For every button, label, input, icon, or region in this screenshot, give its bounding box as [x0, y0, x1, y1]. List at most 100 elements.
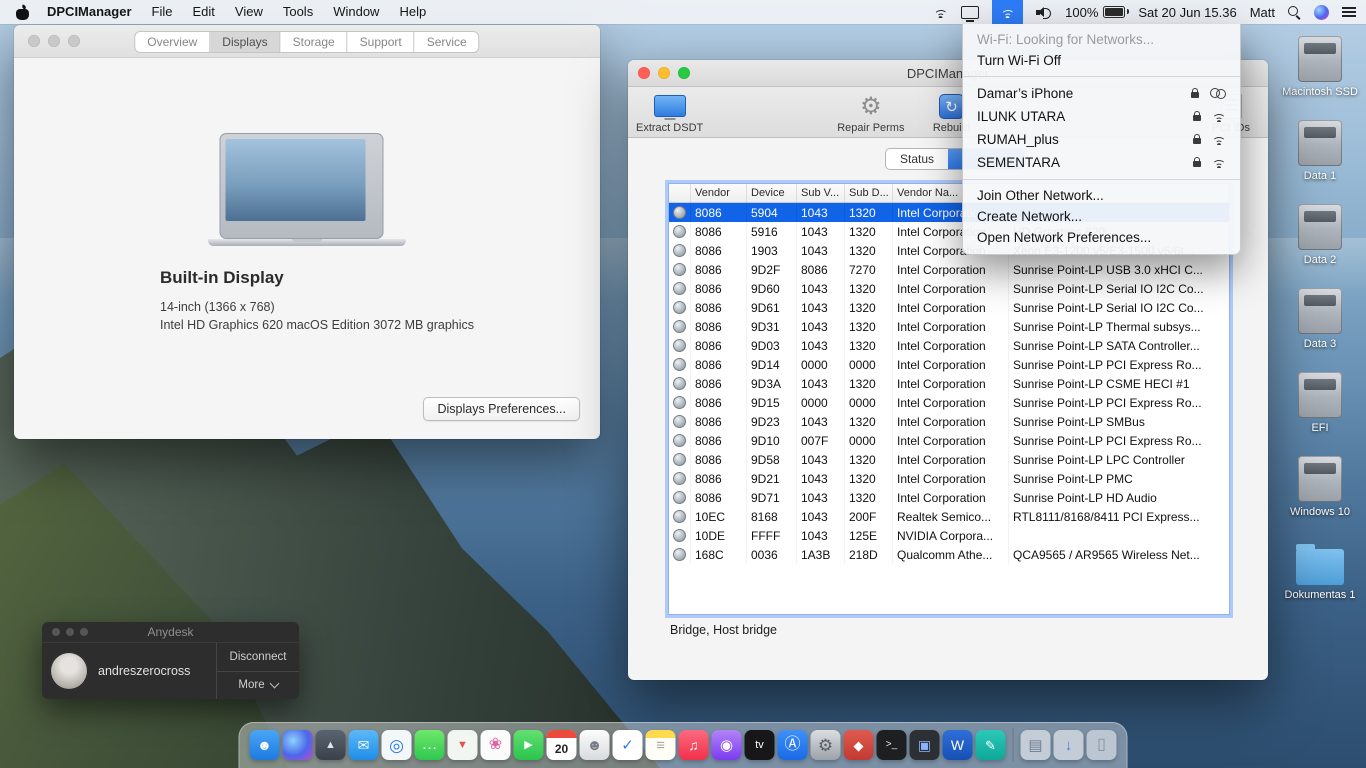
dock-facetime-icon[interactable]: ▶: [514, 730, 544, 760]
menu-window[interactable]: Window: [323, 0, 389, 24]
battery-status[interactable]: 100%: [1065, 5, 1125, 20]
dock-app-red-icon[interactable]: ◆: [844, 730, 874, 760]
zoom-button[interactable]: [68, 35, 80, 47]
dock-siri-icon[interactable]: [283, 730, 313, 760]
dock-podcasts-icon[interactable]: ◉: [712, 730, 742, 760]
table-row[interactable]: 80869D3A10431320Intel CorporationSunrise…: [669, 374, 1229, 393]
dock-safari-icon[interactable]: ◎: [382, 730, 412, 760]
more-button[interactable]: More: [217, 672, 299, 700]
wifi-network-damar-s-iphone[interactable]: Damar’s iPhone: [963, 82, 1240, 105]
dock-app-word-icon[interactable]: W: [943, 730, 973, 760]
table-row[interactable]: 10EC81681043200FRealtek Semico...RTL8111…: [669, 507, 1229, 526]
table-row[interactable]: 80869D2F80867270Intel CorporationSunrise…: [669, 260, 1229, 279]
pci-device-icon: [673, 225, 686, 238]
dock-calendar-icon[interactable]: 20: [547, 730, 577, 760]
table-row[interactable]: 80869D10007F0000Intel CorporationSunrise…: [669, 431, 1229, 450]
tab-support[interactable]: Support: [348, 32, 415, 52]
cell-icon: [669, 469, 691, 488]
turn-wifi-off-item[interactable]: Turn Wi-Fi Off: [963, 50, 1240, 71]
desktop-icon-dokumentas-1[interactable]: Dokumentas 1: [1280, 540, 1360, 624]
dock-photos-icon[interactable]: ❀: [481, 730, 511, 760]
dock-app-dark-icon[interactable]: ▣: [910, 730, 940, 760]
close-button[interactable]: [638, 67, 650, 79]
desktop-icon-data-1[interactable]: Data 1: [1280, 120, 1360, 204]
table-row[interactable]: 80869D1500000000Intel CorporationSunrise…: [669, 393, 1229, 412]
user-menu[interactable]: Matt: [1250, 5, 1275, 20]
wifi-network-rumah-plus[interactable]: RUMAH_plus: [963, 128, 1240, 151]
segment-status[interactable]: Status: [886, 149, 948, 169]
table-row[interactable]: 80869D6010431320Intel CorporationSunrise…: [669, 279, 1229, 298]
zoom-button[interactable]: [678, 67, 690, 79]
siri-icon[interactable]: [1314, 5, 1329, 20]
dock-app-teal-icon[interactable]: ✎: [976, 730, 1006, 760]
wifi-action-create-network[interactable]: Create Network...: [963, 206, 1240, 227]
dock-terminal-icon[interactable]: >_: [877, 730, 907, 760]
wifi-action-open-network-preferences[interactable]: Open Network Preferences...: [963, 227, 1240, 248]
toolbar-extract-dsdt[interactable]: Extract DSDT: [636, 90, 703, 134]
wifi-menu-extra-icon[interactable]: [992, 0, 1023, 24]
wifi-network-sementara[interactable]: SEMENTARA: [963, 151, 1240, 174]
notification-center-icon[interactable]: [1342, 7, 1356, 18]
minimize-button[interactable]: [48, 35, 60, 47]
table-row[interactable]: 80869D2110431320Intel CorporationSunrise…: [669, 469, 1229, 488]
wifi-action-join-other-network[interactable]: Join Other Network...: [963, 185, 1240, 206]
dock-contacts-icon[interactable]: ☻: [580, 730, 610, 760]
close-button[interactable]: [52, 628, 60, 636]
spotlight-icon[interactable]: [1288, 6, 1301, 19]
table-row[interactable]: 80869D2310431320Intel CorporationSunrise…: [669, 412, 1229, 431]
minimize-button[interactable]: [658, 67, 670, 79]
cell-icon: [669, 336, 691, 355]
dock-notes-icon[interactable]: ≡: [646, 730, 676, 760]
minimize-button[interactable]: [66, 628, 74, 636]
cell-icon: [669, 374, 691, 393]
desktop-icon-data-3[interactable]: Data 3: [1280, 288, 1360, 372]
desktop-icon-data-2[interactable]: Data 2: [1280, 204, 1360, 288]
dock-app-store-icon[interactable]: Ⓐ: [778, 730, 808, 760]
dock-reminders-icon[interactable]: ✓: [613, 730, 643, 760]
dock-music-icon[interactable]: ♫: [679, 730, 709, 760]
table-row[interactable]: 80869D6110431320Intel CorporationSunrise…: [669, 298, 1229, 317]
menu-edit[interactable]: Edit: [182, 0, 224, 24]
menu-view[interactable]: View: [225, 0, 273, 24]
table-row[interactable]: 10DEFFFF1043125ENVIDIA Corpora...: [669, 526, 1229, 545]
menu-help[interactable]: Help: [389, 0, 436, 24]
tab-storage[interactable]: Storage: [281, 32, 348, 52]
displays-preferences-button[interactable]: Displays Preferences...: [423, 397, 580, 421]
app-menu-title[interactable]: DPCIManager: [37, 0, 142, 24]
apple-menu-icon[interactable]: [16, 5, 29, 20]
cell-5: Sunrise Point-LP LPC Controller: [1009, 450, 1229, 469]
desktop-icon-efi[interactable]: EFI: [1280, 372, 1360, 456]
dock-stack-documents-icon[interactable]: ▤: [1021, 730, 1051, 760]
menu-file[interactable]: File: [142, 0, 183, 24]
display-status-icon[interactable]: [961, 6, 979, 19]
zoom-button[interactable]: [80, 628, 88, 636]
table-row[interactable]: 168C00361A3B218DQualcomm Athe...QCA9565 …: [669, 545, 1229, 564]
dock-finder-icon[interactable]: ☻: [250, 730, 280, 760]
wifi-network-ilunk-utara[interactable]: ILUNK UTARA: [963, 105, 1240, 128]
dock-system-preferences-icon[interactable]: ⚙: [811, 730, 841, 760]
dock-messages-icon[interactable]: …: [415, 730, 445, 760]
dock-tv-icon[interactable]: tv: [745, 730, 775, 760]
table-row[interactable]: 80869D5810431320Intel CorporationSunrise…: [669, 450, 1229, 469]
desktop-icon-windows-10[interactable]: Windows 10: [1280, 456, 1360, 540]
dock-maps-icon[interactable]: ▼: [448, 730, 478, 760]
menu-tools[interactable]: Tools: [273, 0, 323, 24]
tab-service[interactable]: Service: [415, 32, 479, 52]
table-row[interactable]: 80869D7110431320Intel CorporationSunrise…: [669, 488, 1229, 507]
tab-overview[interactable]: Overview: [135, 32, 210, 52]
clock[interactable]: Sat 20 Jun 15.36: [1138, 5, 1236, 20]
tab-displays[interactable]: Displays: [210, 32, 280, 52]
wifi-status-icon[interactable]: [933, 7, 948, 18]
dock-launchpad-icon[interactable]: ▲: [316, 730, 346, 760]
dock-mail-icon[interactable]: ✉: [349, 730, 379, 760]
volume-icon[interactable]: [1036, 6, 1052, 18]
table-row[interactable]: 80869D1400000000Intel CorporationSunrise…: [669, 355, 1229, 374]
toolbar-repair-perms[interactable]: Repair Perms: [837, 90, 904, 134]
table-row[interactable]: 80869D3110431320Intel CorporationSunrise…: [669, 317, 1229, 336]
disconnect-button[interactable]: Disconnect: [217, 643, 299, 672]
dock-trash-icon[interactable]: ▯: [1087, 730, 1117, 760]
dock-stack-downloads-icon[interactable]: ↓: [1054, 730, 1084, 760]
table-row[interactable]: 80869D0310431320Intel CorporationSunrise…: [669, 336, 1229, 355]
desktop-icon-macintosh-ssd[interactable]: Macintosh SSD: [1280, 36, 1360, 120]
close-button[interactable]: [28, 35, 40, 47]
